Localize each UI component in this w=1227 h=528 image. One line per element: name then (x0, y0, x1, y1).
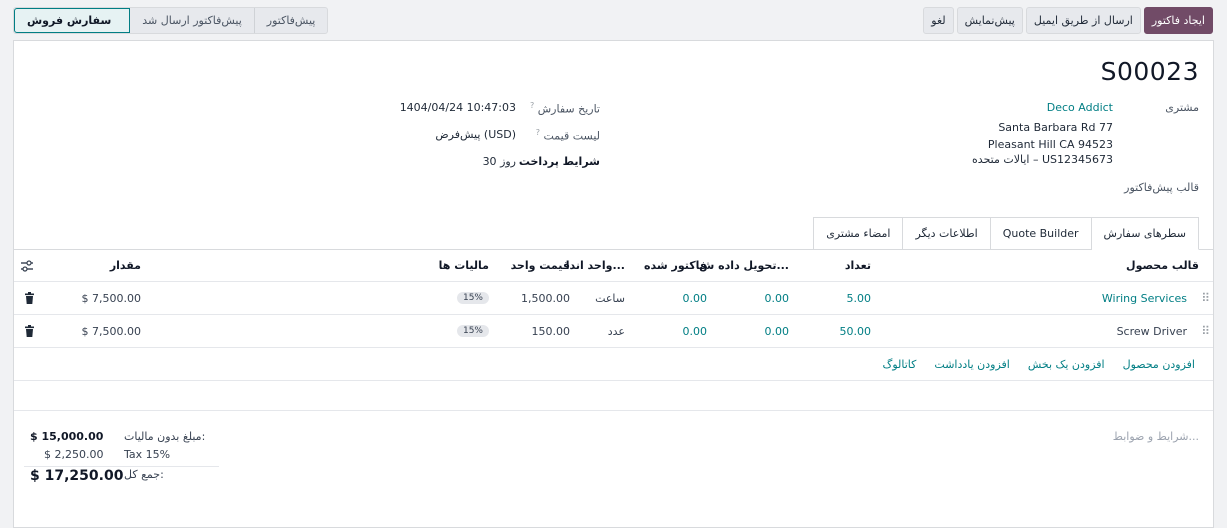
address-line-3: ایالات متحده – US12345673 (972, 153, 1113, 166)
uom-value[interactable]: ساعت (595, 282, 625, 314)
pricelist-label: ? لیست قیمت (535, 128, 600, 143)
action-bar: لغو پیش‌نمایش ارسال از طریق ایمیل ایجاد … (923, 7, 1213, 34)
unit-price-value[interactable]: 1,500.00 (521, 282, 570, 314)
product-name[interactable]: Wiring Services (1102, 282, 1187, 314)
tax-badge[interactable]: 15% (456, 315, 489, 347)
col-taxes[interactable]: مالیات ها (439, 250, 489, 281)
tab-quote-builder[interactable]: Quote Builder (990, 217, 1092, 250)
payment-terms-label: شرایط پرداخت (518, 155, 600, 168)
tax-value: $ 2,250.00 (44, 448, 104, 461)
total-value: $ 17,250.00 (30, 468, 124, 484)
quote-template-label: قالب پیش‌فاکتور (1124, 181, 1199, 194)
tax-label: Tax 15% (124, 448, 171, 461)
divider (14, 410, 1213, 411)
create-invoice-button[interactable]: ایجاد فاکتور (1143, 7, 1213, 34)
help-icon: ? (529, 101, 535, 110)
preview-button[interactable]: پیش‌نمایش (956, 7, 1023, 34)
address-line-2: Pleasant Hill CA 94523 (987, 138, 1113, 151)
invoiced-value: 0.00 (682, 324, 708, 338)
drag-handle-icon[interactable]: ⠿ (1201, 282, 1210, 314)
untaxed-value: $ 15,000.00 (30, 430, 104, 443)
unit-price-value[interactable]: 150.00 (532, 315, 571, 347)
total-label: جمع کل: (124, 468, 164, 481)
payment-terms-value[interactable]: 30 روز (483, 155, 516, 168)
delivered-value[interactable]: 0.00 (765, 315, 790, 347)
catalog-link[interactable]: کاتالوگ (879, 358, 921, 371)
qty-value[interactable]: 50.00 (840, 315, 872, 347)
customer-link[interactable]: Deco Addict (1047, 101, 1113, 114)
form-sheet: S00023 مشتری Deco Addict Santa Barbara R… (13, 40, 1214, 528)
send-email-button[interactable]: ارسال از طریق ایمیل (1025, 7, 1141, 34)
table-row[interactable]: ⠿ Wiring Services 5.00 0.00 0.00 ساعت 1,… (14, 282, 1213, 315)
table-row[interactable]: ⠿ Screw Driver 50.00 0.00 0.00 عدد 150.0… (14, 315, 1213, 348)
customer-label: مشتری (1165, 101, 1199, 114)
divider (14, 380, 1213, 381)
col-delivered[interactable]: تحویل داده ش... (699, 250, 789, 281)
tab-customer-signature[interactable]: امضاء مشتری (813, 217, 904, 250)
trash-icon[interactable] (24, 282, 35, 314)
table-header: قالب محصول تعداد تحویل داده ش... فاکتور … (14, 250, 1213, 282)
stage-quotation-sent[interactable]: پیش‌فاکتور ارسال شد (130, 8, 253, 33)
invoiced-value: 0.00 (682, 291, 708, 305)
pricelist-value[interactable]: پیش‌فرض (USD) (435, 128, 516, 141)
drag-handle-icon[interactable]: ⠿ (1201, 315, 1210, 347)
add-note-link[interactable]: افزودن یادداشت (930, 358, 1013, 371)
amount-value: $ 7,500.00 (81, 291, 141, 305)
order-number: S00023 (1100, 57, 1199, 86)
col-invoiced[interactable]: فاکتور شده (644, 250, 707, 281)
delivered-value[interactable]: 0.00 (765, 282, 790, 314)
add-line-bar: افزودن محصول افزودن یک بخش افزودن یادداش… (879, 348, 1200, 381)
add-product-link[interactable]: افزودن محصول (1119, 358, 1199, 371)
tab-other-info[interactable]: اطلاعات دیگر (903, 217, 991, 250)
totals-divider (24, 466, 219, 467)
cancel-button[interactable]: لغو (923, 7, 954, 34)
column-settings-icon[interactable] (20, 250, 34, 281)
tab-order-lines[interactable]: سطرهای سفارش (1091, 217, 1199, 250)
product-name[interactable]: Screw Driver (1117, 315, 1187, 347)
order-date-label: ? تاریخ سفارش (529, 101, 600, 116)
order-date-value[interactable]: 1404/04/24 10:47:03 (400, 101, 516, 114)
untaxed-label: مبلغ بدون مالیات: (124, 430, 206, 443)
tax-badge[interactable]: 15% (456, 282, 489, 314)
uom-value[interactable]: عدد (608, 315, 625, 347)
terms-input[interactable]: شرایط و ضوابط... (1113, 430, 1199, 443)
status-bar: سفارش فروش پیش‌فاکتور ارسال شد پیش‌فاکتو… (13, 7, 329, 34)
col-uom[interactable]: واحد اندا... (566, 250, 625, 281)
col-unit-price[interactable]: قیمت واحد (511, 250, 570, 281)
col-product[interactable]: قالب محصول (1126, 250, 1199, 281)
col-quantity[interactable]: تعداد (845, 250, 871, 281)
qty-value[interactable]: 5.00 (847, 282, 872, 314)
col-amount[interactable]: مقدار (110, 250, 141, 281)
stage-quotation[interactable]: پیش‌فاکتور (253, 8, 328, 33)
address-line-1: Santa Barbara Rd 77 (998, 121, 1113, 134)
amount-value: $ 7,500.00 (81, 324, 141, 338)
add-section-link[interactable]: افزودن یک بخش (1024, 358, 1109, 371)
stage-sale-order[interactable]: سفارش فروش (14, 8, 131, 33)
help-icon: ? (535, 128, 540, 137)
trash-icon[interactable] (24, 315, 35, 347)
notebook-tabs: سطرهای سفارش Quote Builder اطلاعات دیگر … (813, 217, 1199, 250)
